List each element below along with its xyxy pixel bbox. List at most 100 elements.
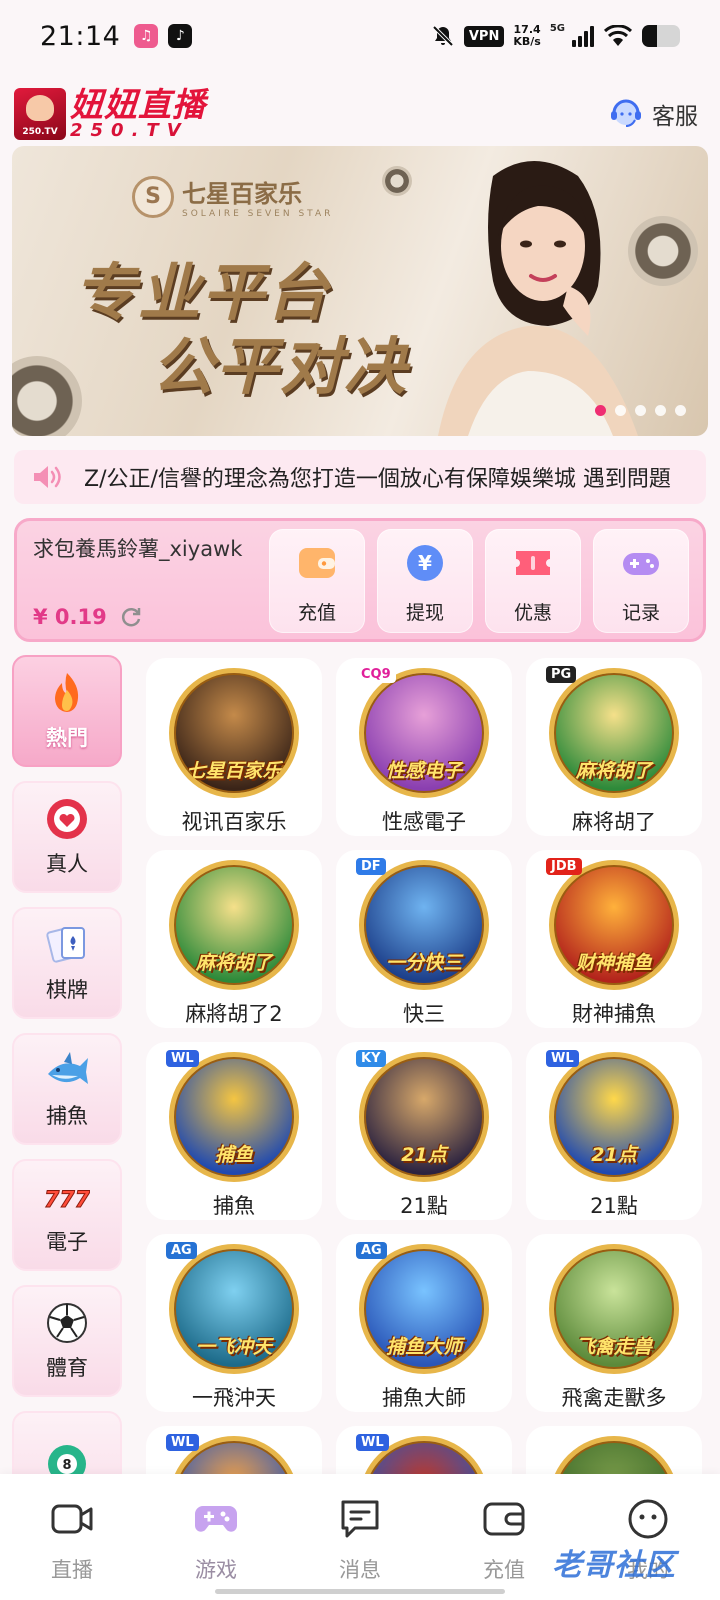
game-title: 捕魚大師 bbox=[382, 1386, 466, 1410]
game-title: 21點 bbox=[400, 1194, 448, 1218]
banner-brand-subtitle: SOLAIRE SEVEN STAR bbox=[182, 209, 334, 219]
game-artwork-caption: 七星百家乐 bbox=[186, 760, 282, 782]
recharge-button[interactable]: 充值 bbox=[269, 529, 365, 633]
withdraw-label: 提现 bbox=[405, 602, 444, 624]
ticket-icon bbox=[516, 551, 550, 575]
game-card[interactable]: WL 21点 21點 bbox=[526, 1042, 702, 1220]
game-card[interactable]: PG 麻将胡了 麻将胡了 bbox=[526, 658, 702, 836]
game-artwork: 财神捕鱼 bbox=[549, 860, 679, 990]
promotions-label: 优惠 bbox=[513, 602, 552, 624]
game-artwork-caption: 21点 bbox=[401, 1144, 447, 1166]
app-notification-icon: ♫ bbox=[134, 24, 159, 48]
category-cards[interactable]: 棋牌 bbox=[12, 907, 122, 1019]
game-card[interactable]: JDB 财神捕鱼財神捕魚 bbox=[526, 850, 702, 1028]
game-card[interactable]: 七星百家乐视讯百家乐 bbox=[146, 658, 322, 836]
tab-label: 消息 bbox=[339, 1558, 381, 1582]
yen-coin-icon: ¥ bbox=[407, 545, 443, 581]
category-sports[interactable]: 體育 bbox=[12, 1285, 122, 1397]
game-card[interactable]: AG 一飞冲天 一飛沖天 bbox=[146, 1234, 322, 1412]
records-button[interactable]: 记录 bbox=[593, 529, 689, 633]
game-card[interactable]: 飞禽走兽 飛禽走獸多 bbox=[526, 1234, 702, 1412]
game-artwork: 性感电子 bbox=[359, 668, 489, 798]
game-title: 麻將胡了2 bbox=[185, 1002, 283, 1026]
wallet-card: 求包養馬鈴薯_xiyawk ¥ 0.19 充值 ¥ 提现 优惠 记录 bbox=[14, 518, 706, 642]
game-artwork-caption: 21点 bbox=[591, 1144, 637, 1166]
poker-chip-icon bbox=[47, 799, 87, 839]
pagination-dot[interactable] bbox=[675, 405, 686, 416]
category-label: 棋牌 bbox=[46, 978, 88, 1002]
banner-model-image bbox=[438, 161, 638, 436]
svg-text:¥: ¥ bbox=[418, 551, 432, 575]
tab-live[interactable]: 直播 bbox=[0, 1474, 144, 1600]
watermark-logo: 老哥社区 bbox=[552, 1548, 676, 1583]
gamepad-icon bbox=[195, 1506, 237, 1532]
tiktok-notification-icon: ♪ bbox=[168, 24, 193, 48]
mute-bell-icon bbox=[432, 25, 454, 47]
category-live[interactable]: 真人 bbox=[12, 781, 122, 893]
game-artwork-caption: 飞禽走兽 bbox=[575, 1336, 652, 1358]
logo-domain: 250.TV bbox=[70, 120, 189, 141]
game-card[interactable]: 麻将胡了 麻將胡了2 bbox=[146, 850, 322, 1028]
playing-cards-icon bbox=[46, 927, 85, 963]
refresh-icon[interactable] bbox=[119, 605, 143, 629]
game-card[interactable] bbox=[526, 1426, 702, 1474]
wifi-icon bbox=[603, 25, 633, 46]
provider-badge: WL bbox=[356, 1434, 389, 1451]
game-card[interactable]: CQ9 性感电子 性感電子 bbox=[336, 658, 512, 836]
game-title: 21點 bbox=[590, 1194, 638, 1218]
pagination-dot[interactable] bbox=[615, 405, 626, 416]
game-artwork: 捕鱼大师 bbox=[359, 1244, 489, 1374]
category-fishing[interactable]: 捕魚 bbox=[12, 1033, 122, 1145]
speaker-icon bbox=[34, 466, 61, 488]
logo-badge: 250.TV bbox=[22, 127, 58, 137]
tab-messages[interactable]: 消息 bbox=[288, 1474, 432, 1600]
game-artwork-caption: 一分快三 bbox=[385, 952, 462, 974]
promotions-button[interactable]: 优惠 bbox=[485, 529, 581, 633]
category-nav: 熱門 真人 棋牌 捕魚 777 電子 體育 8 bbox=[12, 655, 122, 1537]
game-card[interactable]: DF 一分快三 快三 bbox=[336, 850, 512, 1028]
home-indicator[interactable] bbox=[215, 1589, 505, 1594]
game-artwork: 飞禽走兽 bbox=[549, 1244, 679, 1374]
pagination-dot[interactable] bbox=[595, 405, 606, 416]
speed-unit: KB/s bbox=[513, 35, 541, 48]
pagination-dot[interactable] bbox=[655, 405, 666, 416]
customer-service-label: 客服 bbox=[652, 104, 698, 130]
customer-service-button[interactable]: 客服 bbox=[608, 96, 698, 132]
category-label: 捕魚 bbox=[46, 1104, 88, 1128]
balance-row: ¥ 0.19 bbox=[33, 605, 143, 629]
category-slots[interactable]: 777 電子 bbox=[12, 1159, 122, 1271]
notice-marquee[interactable]: Z/公正/信譽的理念為您打造一個放心有保障娛樂城 遇到問題 bbox=[14, 450, 706, 504]
banner-pagination bbox=[595, 405, 686, 416]
games-grid: 七星百家乐 视讯百家乐 CQ9 性感电子 性感電子 PG 麻将胡了 麻将胡了 麻将胡了 麻將胡了2… bbox=[146, 658, 706, 1474]
banner-brand: S 七星百家乐 SOLAIRE SEVEN STAR bbox=[132, 174, 333, 219]
logo-wordmark: 妞妞直播 250.TV bbox=[70, 88, 206, 140]
svg-text:8: 8 bbox=[62, 1458, 71, 1473]
wallet-icon bbox=[299, 548, 335, 578]
game-title: 財神捕魚 bbox=[572, 1002, 656, 1026]
promo-banner[interactable]: S 七星百家乐 SOLAIRE SEVEN STAR 专业平台 公平对决 bbox=[12, 146, 708, 436]
game-card[interactable]: AG 捕鱼大师 捕魚大師 bbox=[336, 1234, 512, 1412]
game-card[interactable]: WL bbox=[336, 1426, 512, 1474]
game-card[interactable]: WL 捕鱼 捕魚 bbox=[146, 1042, 322, 1220]
svg-text:777: 777 bbox=[44, 1188, 90, 1213]
withdraw-button[interactable]: ¥ 提现 bbox=[377, 529, 473, 633]
wallet-icon bbox=[483, 1502, 525, 1536]
category-hot[interactable]: 熱門 bbox=[12, 655, 122, 767]
message-icon bbox=[341, 1500, 379, 1538]
shark-icon bbox=[48, 1052, 88, 1084]
provider-badge: KY bbox=[356, 1050, 386, 1067]
provider-badge: AG bbox=[166, 1242, 197, 1259]
app-header: 250.TV 妞妞直播 250.TV 客服 bbox=[14, 86, 706, 142]
username: 求包養馬鈴薯_xiyawk bbox=[33, 537, 243, 561]
tab-games[interactable]: 游戏 bbox=[144, 1474, 288, 1600]
pagination-dot[interactable] bbox=[635, 405, 646, 416]
game-card[interactable]: KY 21点 21點 bbox=[336, 1042, 512, 1220]
game-title: 视讯百家乐 bbox=[181, 810, 287, 834]
provider-badge: JDB bbox=[546, 858, 582, 875]
game-artwork: 捕鱼 bbox=[169, 1052, 299, 1182]
game-card[interactable]: WL bbox=[146, 1426, 322, 1474]
game-artwork-caption: 麻将胡了 bbox=[575, 760, 652, 782]
category-label: 電子 bbox=[46, 1230, 88, 1254]
game-artwork-caption: 捕鱼大师 bbox=[385, 1336, 462, 1358]
category-label: 真人 bbox=[46, 852, 88, 876]
